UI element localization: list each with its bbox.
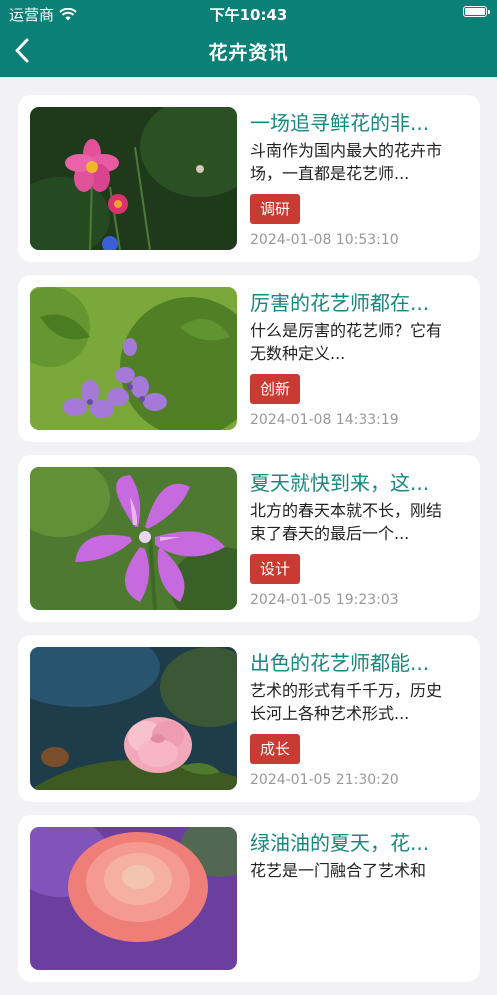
category-tag: 调研 — [250, 194, 301, 224]
category-tag: 成长 — [250, 734, 301, 764]
article-thumbnail — [30, 647, 237, 790]
article-thumbnail — [30, 107, 237, 250]
article-thumbnail — [30, 287, 237, 430]
article-summary: 斗南作为国内最大的花卉市场，一直都是花艺师... — [250, 141, 443, 183]
status-bar: 运营商 下午10:43 — [0, 0, 497, 26]
article-summary: 花艺是一门融合了艺术和 — [250, 861, 427, 880]
article-title: 出色的花艺师都能... — [250, 651, 430, 675]
status-time: 下午10:43 — [209, 6, 288, 24]
page-title: 花卉资讯 — [208, 42, 289, 64]
article-date: 2024-01-08 10:53:10 — [250, 232, 399, 248]
article-title: 一场追寻鲜花的非... — [250, 111, 430, 135]
article-title: 厉害的花艺师都在... — [250, 291, 430, 315]
battery-icon — [463, 6, 490, 17]
header-bar: 运营商 下午10:43 花卉资讯 — [0, 0, 497, 77]
article-thumbnail — [30, 827, 237, 970]
article-card[interactable]: 一场追寻鲜花的非... 斗南作为国内最大的花卉市场，一直都是花艺师... 调研 … — [18, 95, 480, 262]
category-tag: 设计 — [250, 554, 301, 584]
article-summary: 艺术的形式有千千万，历史长河上各种艺术形式... — [250, 681, 443, 723]
article-summary: 什么是厉害的花艺师？它有无数种定义... — [250, 321, 443, 363]
article-card[interactable]: 夏天就快到来，这... 北方的春天本就不长，刚结束了春天的最后一个... 设计 … — [18, 455, 480, 622]
article-date: 2024-01-08 14:33:19 — [250, 412, 399, 428]
article-thumbnail — [30, 467, 237, 610]
article-card[interactable]: 厉害的花艺师都在... 什么是厉害的花艺师？它有无数种定义... 创新 2024… — [18, 275, 480, 442]
article-date: 2024-01-05 19:23:03 — [250, 592, 399, 608]
article-summary: 北方的春天本就不长，刚结束了春天的最后一个... — [250, 501, 443, 543]
article-date: 2024-01-05 21:30:20 — [250, 772, 399, 788]
article-card[interactable]: 出色的花艺师都能... 艺术的形式有千千万，历史长河上各种艺术形式... 成长 … — [18, 635, 480, 802]
article-card[interactable]: 绿油油的夏天，花... 花艺是一门融合了艺术和 — [18, 815, 480, 982]
article-title: 夏天就快到来，这... — [250, 471, 430, 495]
article-title: 绿油油的夏天，花... — [250, 831, 430, 855]
article-list: 一场追寻鲜花的非... 斗南作为国内最大的花卉市场，一直都是花艺师... 调研 … — [18, 95, 480, 995]
category-tag: 创新 — [250, 374, 301, 404]
